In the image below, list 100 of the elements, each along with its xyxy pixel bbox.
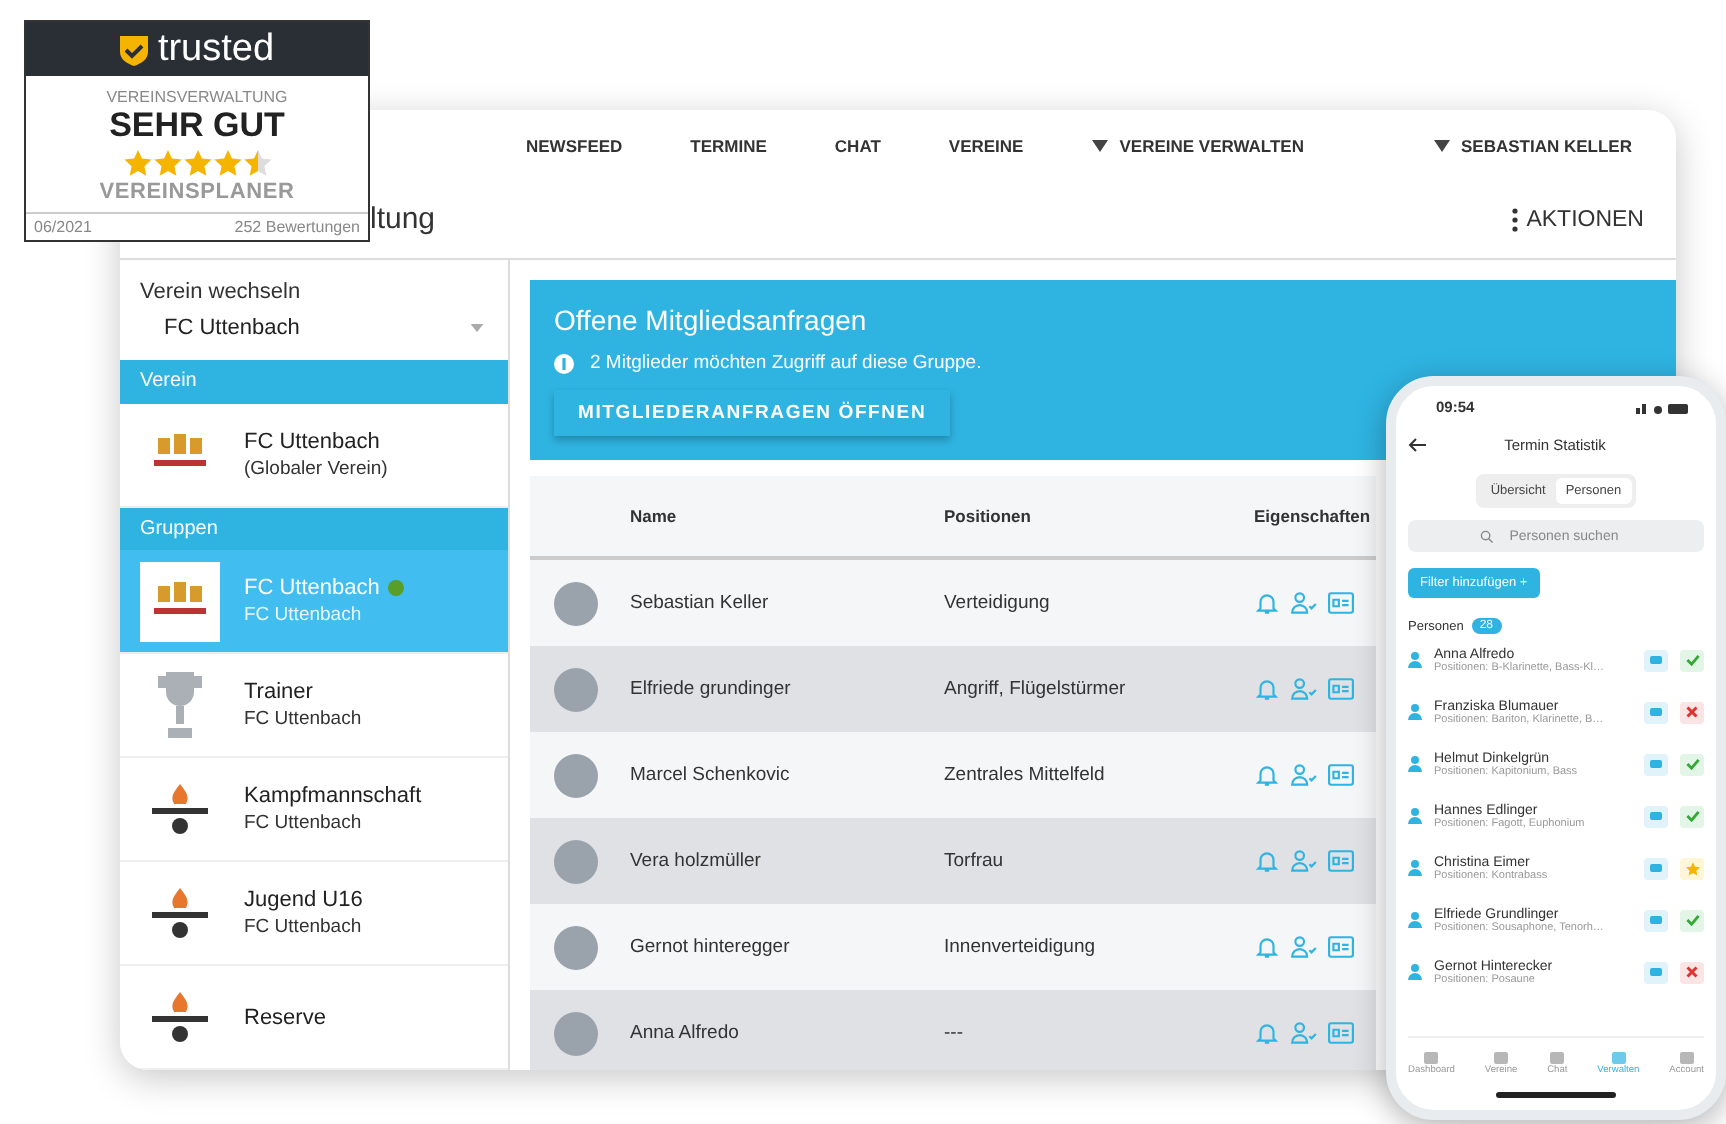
id-card-icon[interactable] [1328, 850, 1354, 872]
id-card-icon[interactable] [1328, 1022, 1354, 1044]
check-icon [1685, 654, 1699, 666]
bell-icon[interactable] [1254, 590, 1280, 616]
caret-icon [1433, 139, 1450, 151]
review-count: 252 Bewertungen [234, 218, 360, 236]
club-select[interactable]: FC Uttenbach [164, 308, 484, 348]
column-header: Eigenschaften [1254, 506, 1373, 526]
chat-bubble-icon [1650, 863, 1662, 873]
info-icon [554, 353, 574, 373]
star-icon [213, 150, 241, 176]
user-check-icon[interactable] [1290, 676, 1318, 702]
bell-icon[interactable] [1254, 934, 1280, 960]
chat-chip[interactable] [1644, 701, 1668, 723]
group-name: Trainer [244, 680, 313, 704]
chat-chip[interactable] [1644, 961, 1668, 983]
member-positions: Angriff, Flügelstürmer [944, 678, 1128, 700]
badge-date: 06/2021 [34, 218, 92, 236]
user-check-icon[interactable] [1290, 762, 1318, 788]
actions-button[interactable]: AKTIONEN [1500, 205, 1656, 233]
person-icon [1408, 756, 1422, 772]
group-subtitle: FC Uttenbach [244, 916, 363, 938]
star-icon [243, 150, 271, 176]
id-card-icon[interactable] [1328, 592, 1354, 614]
chat-chip[interactable] [1644, 649, 1668, 671]
user-menu[interactable]: SEBASTIAN KELLER [1433, 135, 1632, 155]
status-icons [1636, 401, 1688, 413]
id-card-icon[interactable] [1328, 678, 1354, 700]
member-row[interactable]: Vera holzmüller Torfrau [530, 818, 1376, 904]
avatar [554, 1011, 598, 1055]
chat-chip[interactable] [1644, 857, 1668, 879]
bell-icon[interactable] [1254, 762, 1280, 788]
column-header: Name [630, 506, 679, 526]
user-check-icon[interactable] [1290, 1020, 1318, 1046]
team-logo-icon [148, 783, 212, 835]
nav-link[interactable]: VEREINE [948, 135, 1024, 155]
badge-rating: SEHR GUT [109, 106, 285, 146]
close-icon [1686, 706, 1698, 718]
avatar [554, 581, 598, 625]
star-icon [183, 150, 211, 176]
kebab-icon [1512, 207, 1519, 231]
home-indicator [1496, 1092, 1616, 1098]
chat-bubble-icon [1650, 759, 1662, 769]
chat-chip[interactable] [1644, 753, 1668, 775]
check-icon [1685, 914, 1699, 926]
id-card-icon[interactable] [1328, 764, 1354, 786]
nav-link[interactable]: VEREINE VERWALTEN [1091, 135, 1304, 155]
requests-title: Offene Mitgliedsanfragen [554, 304, 869, 336]
chat-bubble-icon [1650, 655, 1662, 665]
member-row[interactable]: Sebastian Keller Verteidigung [530, 560, 1376, 646]
member-name: Vera holzmüller [630, 850, 763, 872]
avatar [554, 667, 598, 711]
user-check-icon[interactable] [1290, 848, 1318, 874]
member-name: Elfriede grundinger [630, 678, 793, 700]
group-item[interactable]: Kampfmannschaft FC Uttenbach [120, 758, 508, 862]
person-icon [1408, 964, 1422, 980]
chat-bubble-icon [1650, 967, 1662, 977]
user-check-icon[interactable] [1290, 590, 1318, 616]
bell-icon[interactable] [1254, 1020, 1280, 1046]
group-item[interactable]: Reserve [120, 966, 508, 1070]
brand-name: trusted [157, 27, 275, 71]
nav-link[interactable]: TERMINE [690, 135, 767, 155]
member-row[interactable]: Marcel Schenkovic Zentrales Mittelfeld [530, 732, 1376, 818]
id-card-icon[interactable] [1328, 936, 1354, 958]
bell-icon[interactable] [1254, 676, 1280, 702]
chat-chip[interactable] [1644, 805, 1668, 827]
shield-check-icon [119, 33, 148, 65]
check-icon [1685, 810, 1699, 822]
group-name: FC Uttenbach [244, 576, 380, 600]
avatar [554, 925, 598, 969]
bell-icon[interactable] [1254, 848, 1280, 874]
caret-icon [1091, 139, 1108, 151]
chat-chip[interactable] [1644, 909, 1668, 931]
close-icon [1686, 966, 1698, 978]
member-row[interactable]: Gernot hinteregger Innenverteidigung [530, 904, 1376, 990]
nav-link[interactable]: NEWSFEED [526, 135, 623, 155]
group-item[interactable]: Trainer FC Uttenbach [120, 654, 508, 758]
group-item[interactable]: Jugend U16 FC Uttenbach [120, 862, 508, 966]
person-icon [1408, 652, 1422, 668]
page-title: ltung [370, 202, 436, 236]
group-subtitle: FC Uttenbach [244, 812, 364, 834]
user-check-icon[interactable] [1290, 934, 1318, 960]
member-row[interactable]: Elfriede grundinger Angriff, Flügelstürmer [530, 646, 1376, 732]
back-arrow-icon[interactable] [1408, 438, 1426, 452]
member-positions: Zentrales Mittelfeld [944, 764, 1107, 786]
person-icon [1408, 808, 1422, 824]
column-header: Positionen [944, 506, 1033, 526]
group-subtitle: (Globaler Verein) [244, 457, 388, 479]
trophy-icon [154, 667, 206, 743]
nav-link[interactable]: CHAT [834, 135, 881, 155]
check-icon [1685, 758, 1699, 770]
member-name: Marcel Schenkovic [630, 764, 792, 786]
member-positions: --- [944, 1022, 965, 1044]
group-subtitle: FC Uttenbach [244, 708, 362, 730]
section-header: Gruppen [120, 507, 508, 550]
requests-info: 2 Mitglieder möchten Zugriff auf diese Gruppe. [590, 352, 982, 374]
group-item[interactable]: FC Uttenbach (Globaler Verein) [120, 403, 508, 507]
member-row[interactable]: Anna Alfredo --- [530, 990, 1376, 1070]
member-positions: Innenverteidigung [944, 936, 1098, 958]
badge-category: VEREINSVERWALTUNG [106, 88, 288, 106]
